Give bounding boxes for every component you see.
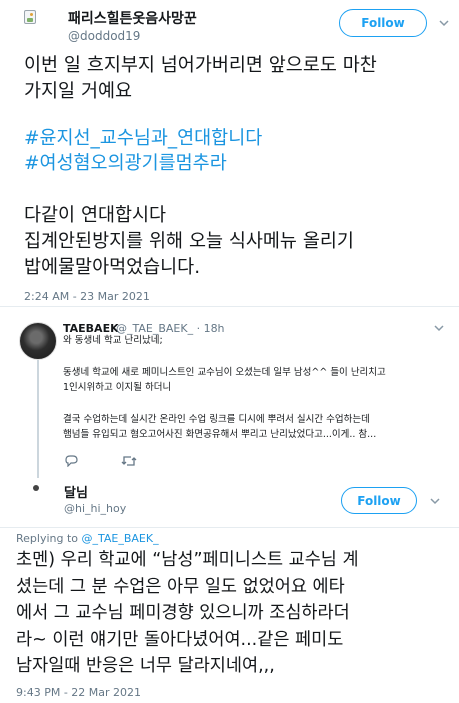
- hashtag-link[interactable]: #여성혐오의광기를멈추라: [24, 151, 227, 177]
- quoted-text-line: 와 동생네 학교 난리났네;: [63, 335, 163, 346]
- author-name[interactable]: 패리스힐튼옷음사망꾼: [68, 8, 197, 28]
- replying-handle-link[interactable]: @_TAE_BAEK_: [82, 532, 159, 545]
- tweet-text-line: 집계안된방지를 위해 오늘 식사메뉴 올리기: [24, 231, 354, 252]
- quoted-text-line: 결국 수업하는데 실시간 온라인 수업 링크를 디시에 뿌려서 실시간 수업하는…: [63, 414, 370, 425]
- reply-text-line: 에서 그 교수님 페미경향 있으니까 조심하라더: [16, 603, 350, 623]
- tweet-text-line: 다같이 연대합시다: [24, 205, 167, 226]
- divider: [0, 527, 459, 528]
- follow-button[interactable]: Follow: [341, 487, 417, 514]
- divider: [0, 306, 459, 307]
- quoted-text-line: 1인시위하고 이지될 하더니: [63, 382, 172, 393]
- reply-text-line: 셨는데 그 분 수업은 아무 일도 없었어요 에타: [16, 577, 345, 597]
- hashtag-link[interactable]: #윤지선_교수님과_연대합니다: [24, 126, 262, 152]
- chevron-down-icon[interactable]: [428, 494, 442, 508]
- author-handle[interactable]: @doddod19: [68, 29, 140, 43]
- retweet-icon[interactable]: [121, 454, 137, 468]
- follow-button[interactable]: Follow: [339, 9, 427, 37]
- replying-prefix: Replying to: [16, 532, 79, 545]
- reply-author-name[interactable]: 달님: [64, 482, 88, 501]
- broken-avatar-image: [22, 6, 62, 46]
- avatar[interactable]: [19, 322, 57, 360]
- reply-author-handle[interactable]: @hi_hi_hoy: [64, 502, 126, 515]
- tweet-text-line: 이번 일 흐지부지 넘어가버리면 앞으로도 마찬: [24, 55, 377, 76]
- tweet-timestamp[interactable]: 2:24 AM - 23 Mar 2021: [24, 290, 150, 303]
- chevron-down-icon[interactable]: [437, 16, 451, 30]
- tweet-text-line: 가지일 거예요: [24, 81, 133, 102]
- reply-timestamp[interactable]: 9:43 PM - 22 Mar 2021: [16, 686, 141, 699]
- avatar[interactable]: [33, 485, 39, 491]
- quoted-text-line: 햄넘들 유입되고 혐오고어사진 화면공유해서 뿌리고 난리났었다고...이게..…: [63, 429, 377, 440]
- reply-icon[interactable]: [64, 455, 78, 467]
- tweet-text-line: 밥에물말아먹었습니다.: [24, 257, 201, 278]
- thread-line: [37, 360, 39, 478]
- replying-to: Replying to @_TAE_BAEK_: [16, 532, 159, 545]
- image-placeholder-icon: [24, 10, 36, 24]
- reply-text-line: 초멘) 우리 학교에 “남성”페미니스트 교수님 계: [16, 550, 359, 570]
- chevron-down-icon[interactable]: [432, 321, 446, 335]
- reply-text-line: 남자일때 반응은 너무 달라지네여,,,: [16, 656, 275, 676]
- quoted-text-line: 동생네 학교에 새로 페미니스트인 교수님이 오셨는데 일부 남성^^ 들이 난…: [63, 367, 386, 378]
- reply-text-line: 라~ 이런 얘기만 돌아다녔어여...같은 페미도: [16, 630, 344, 650]
